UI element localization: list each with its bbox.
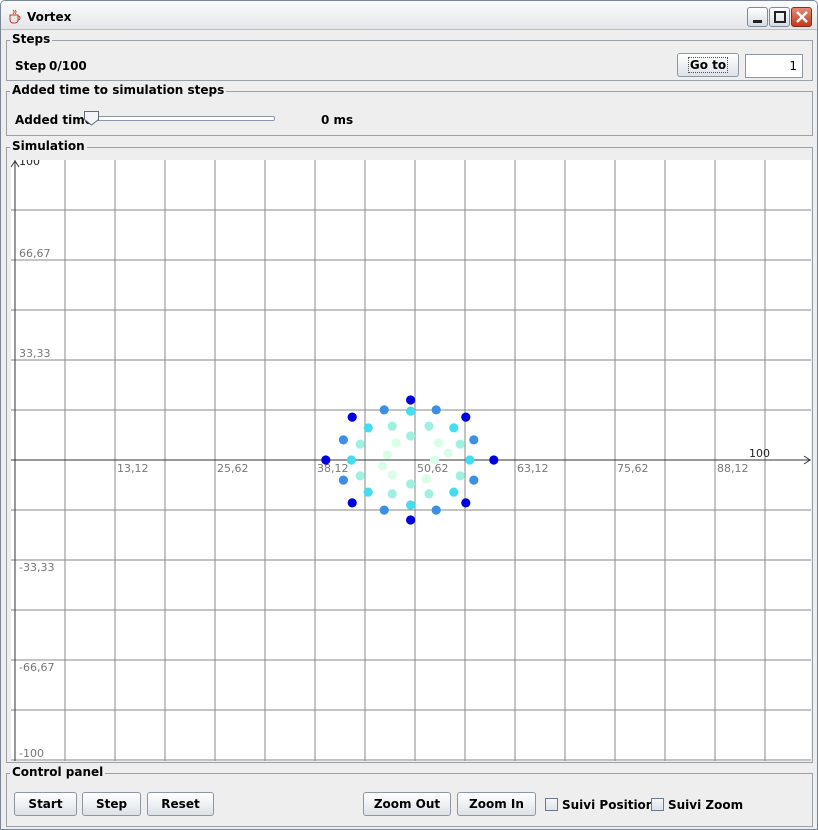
y-tick-label: -66,67 — [19, 661, 54, 674]
axes — [10, 160, 811, 761]
simulation-legend: Simulation — [10, 139, 87, 154]
maximize-button[interactable] — [769, 7, 790, 27]
x-tick-label: 25,62 — [217, 462, 249, 475]
y-tick-label: -100 — [19, 747, 44, 760]
particle-point — [378, 461, 388, 471]
particle-point — [355, 471, 365, 481]
particle-point — [489, 455, 499, 465]
simulation-plot[interactable]: 13,12 25,62 38,12 50,62 63,12 75,62 88,12 100 10… — [10, 155, 811, 761]
particle-point — [391, 438, 401, 448]
particle-point — [465, 455, 475, 465]
added-time-value: 0 ms — [321, 113, 354, 127]
particle-point — [406, 515, 416, 525]
particle-point — [431, 505, 441, 515]
y-tick-label: 66,67 — [19, 247, 51, 260]
particle-point — [455, 471, 465, 481]
particle-point — [449, 423, 459, 433]
particle-point — [346, 455, 356, 465]
particle-point — [387, 421, 397, 431]
goto-step-field[interactable]: 1 — [745, 54, 803, 78]
step-button[interactable]: Step — [82, 792, 141, 816]
goto-button-label: Go to — [687, 57, 729, 73]
particle-point — [449, 487, 459, 497]
added-time-label: Added time — [15, 113, 93, 127]
particle-point — [434, 438, 444, 448]
java-cup-icon — [7, 9, 23, 24]
y-tick-label: 100 — [19, 160, 40, 168]
particle-point — [338, 475, 348, 485]
particle-point — [406, 431, 416, 441]
particle-point — [469, 435, 479, 445]
particle-point — [406, 479, 416, 489]
added-time-slider-track[interactable] — [87, 116, 275, 121]
reset-button[interactable]: Reset — [147, 792, 214, 816]
particle-point — [461, 498, 471, 508]
close-button[interactable] — [791, 7, 812, 27]
x-tick-label: 13,12 — [117, 462, 149, 475]
steps-legend: Steps — [10, 32, 53, 47]
particle-point — [379, 505, 389, 515]
close-icon — [796, 11, 808, 23]
x-axis-end-label: 100 — [749, 447, 770, 460]
follow-zoom-label: Suivi Zoom — [668, 798, 744, 812]
time-panel: Added time to simulation steps — [6, 83, 813, 136]
step-counter: 0/100 — [49, 59, 87, 73]
particle-point — [455, 439, 465, 449]
zoom-in-button[interactable]: Zoom In — [457, 792, 536, 816]
start-button[interactable]: Start — [14, 792, 77, 816]
title-bar[interactable]: Vortex — [1, 1, 817, 30]
particle-point — [387, 489, 397, 499]
particle-point — [422, 474, 432, 484]
particle-point — [469, 475, 479, 485]
goto-button[interactable]: Go to — [677, 53, 739, 77]
particle-point — [338, 435, 348, 445]
particle-point — [387, 470, 397, 480]
particle-point — [406, 500, 416, 510]
particle-point — [461, 412, 471, 422]
minimize-button[interactable] — [747, 7, 768, 27]
particle-point — [424, 421, 434, 431]
particle-point — [379, 405, 389, 415]
window-title: Vortex — [27, 10, 72, 24]
step-label: Step — [15, 59, 47, 73]
particle-point — [443, 448, 453, 458]
x-tick-label: 88,12 — [717, 462, 749, 475]
particle-point — [363, 487, 373, 497]
follow-position-label: Suivi Position — [562, 798, 655, 812]
follow-zoom-checkbox[interactable] — [651, 798, 664, 811]
y-tick-label: 33,33 — [19, 347, 51, 360]
particle-point — [347, 412, 357, 422]
particle-point — [382, 450, 392, 460]
particle-point — [406, 395, 416, 405]
particle-point — [431, 405, 441, 415]
particle-point — [347, 498, 357, 508]
x-tick-label: 75,62 — [617, 462, 649, 475]
zoom-out-button[interactable]: Zoom Out — [363, 792, 451, 816]
y-tick-label: -33,33 — [19, 561, 54, 574]
particle-point — [430, 455, 440, 465]
follow-position-checkbox[interactable] — [545, 798, 558, 811]
minimize-icon — [753, 20, 762, 23]
control-legend: Control panel — [10, 765, 106, 780]
particle-point — [406, 406, 416, 416]
particle-point — [321, 455, 331, 465]
x-tick-label: 38,12 — [317, 462, 349, 475]
particle-point — [424, 489, 434, 499]
particle-point — [363, 423, 373, 433]
simulation-canvas[interactable]: 13,12 25,62 38,12 50,62 63,12 75,62 88,1210010… — [10, 155, 811, 761]
particle-point — [355, 439, 365, 449]
x-tick-label: 63,12 — [517, 462, 549, 475]
application-window: Vortex Steps Step 0/100 Go to 1 Added ti… — [0, 0, 818, 830]
time-legend: Added time to simulation steps — [10, 83, 227, 98]
maximize-icon — [774, 11, 786, 23]
added-time-slider-thumb[interactable] — [83, 110, 101, 126]
